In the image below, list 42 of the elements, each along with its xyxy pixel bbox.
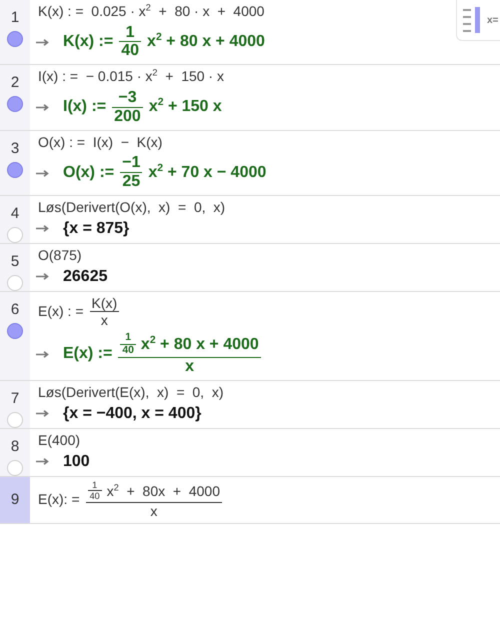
- input-expression: Løs(Derivert(O(x), x) = 0, x): [37, 200, 226, 215]
- visibility-toggle[interactable]: [7, 460, 23, 476]
- cas-row[interactable]: 7 Løs(Derivert(E(x), x) = 0, x) {x = −400, x = 400}: [0, 380, 500, 429]
- visibility-toggle[interactable]: [7, 96, 23, 112]
- arrow-icon: [36, 170, 49, 177]
- input-expression: E(400): [37, 432, 80, 448]
- row-number: 3: [10, 140, 20, 157]
- arrow-icon: [36, 351, 49, 358]
- output-expression: {x = −400, x = 400}: [63, 406, 202, 422]
- row-number: 5: [10, 254, 20, 270]
- input-expression: O(875): [37, 248, 82, 263]
- row-number: 1: [10, 10, 20, 26]
- input-expression: K(x) : = 0.025 · x$^{2}$ + 80 · x + 4000: [37, 4, 264, 19]
- output-expression: 100: [63, 454, 90, 470]
- input-mode-toggle[interactable]: x=: [456, 0, 500, 41]
- toggle-label: x=: [487, 14, 498, 26]
- visibility-toggle[interactable]: [7, 322, 23, 339]
- arrow-icon: [36, 38, 49, 46]
- row-number: 7: [10, 390, 20, 407]
- input-expression: Løs(Derivert(E(x), x) = 0, x): [37, 384, 224, 400]
- arrow-icon: [36, 104, 49, 112]
- cas-row[interactable]: 4 Løs(Derivert(O(x), x) = 0, x) {x = 875}: [0, 196, 500, 244]
- visibility-toggle[interactable]: [7, 226, 23, 243]
- row-number: 8: [10, 438, 20, 455]
- arrow-icon: [36, 410, 49, 418]
- visibility-toggle[interactable]: [7, 31, 23, 47]
- cas-row[interactable]: 8 E(400) 100: [0, 428, 500, 477]
- arrow-icon: [36, 273, 49, 280]
- input-expression: O(x) : = I(x) − K(x): [37, 134, 162, 150]
- visibility-toggle[interactable]: [7, 274, 23, 291]
- arrow-icon: [36, 225, 49, 232]
- row-number: 9: [10, 492, 20, 508]
- output-expression: {x = 875}: [63, 220, 130, 238]
- arrow-icon: [36, 458, 49, 466]
- output-expression: 26625: [63, 268, 108, 286]
- row-number: 6: [10, 302, 20, 318]
- visibility-toggle[interactable]: [7, 162, 23, 178]
- visibility-toggle[interactable]: [7, 412, 23, 428]
- input-expression: I(x) : = − 0.015 · x$^{2}$ + 150 · x: [37, 69, 224, 84]
- cas-row[interactable]: 5 O(875) 26625: [0, 244, 500, 292]
- row-number: 4: [10, 206, 20, 222]
- row-number: 2: [10, 75, 20, 92]
